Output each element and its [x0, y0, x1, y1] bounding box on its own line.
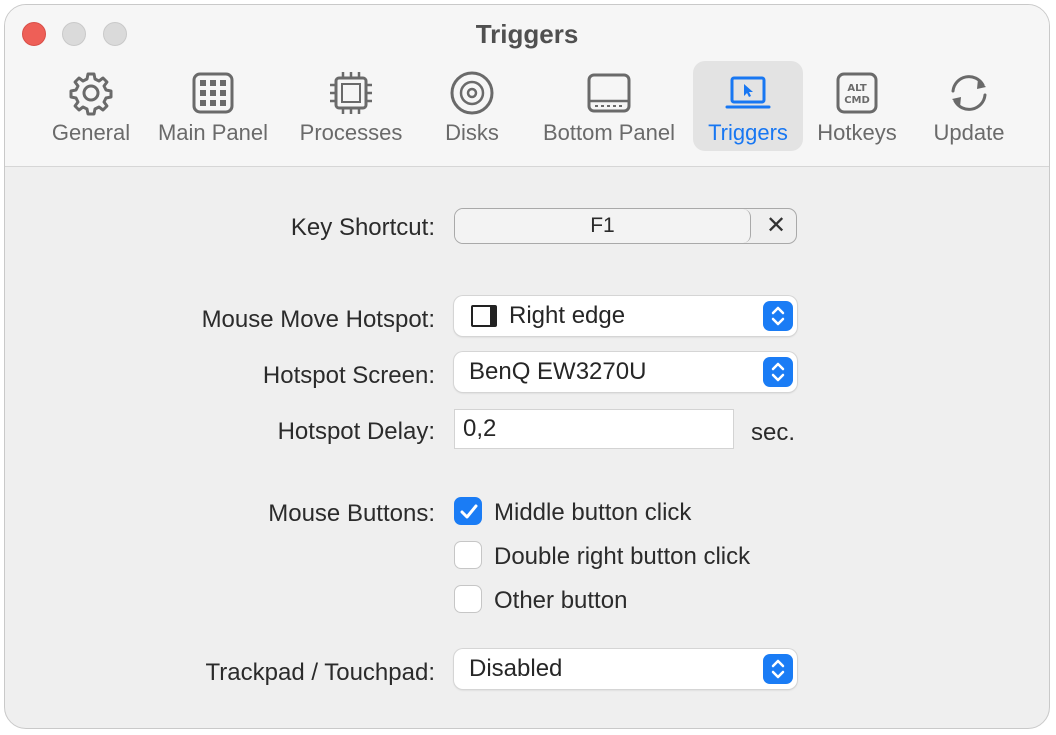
- middle-button-click-checkbox[interactable]: [454, 497, 482, 525]
- svg-text:CMD: CMD: [844, 95, 870, 106]
- right-edge-icon: [471, 305, 497, 327]
- hotspot-delay-unit: sec.: [751, 419, 796, 446]
- hotspot-delay-field[interactable]: [454, 409, 734, 449]
- tab-label: Processes: [299, 120, 403, 145]
- mouse-buttons-label: Mouse Buttons:: [268, 500, 435, 527]
- hotspot-delay-input[interactable]: [455, 410, 733, 448]
- hotspot-screen-value: BenQ EW3270U: [469, 358, 647, 385]
- laptop-cursor-icon: [725, 76, 771, 109]
- tab-label: Main Panel: [157, 120, 269, 145]
- middle-button-click-label[interactable]: Middle button click: [494, 499, 691, 527]
- refresh-icon: [951, 75, 987, 111]
- tab-general[interactable]: General: [43, 61, 139, 151]
- tab-label: Triggers: [708, 120, 788, 145]
- window-title: Triggers: [475, 19, 579, 49]
- tab-label: Hotkeys: [817, 120, 897, 145]
- gear-icon: [69, 72, 113, 116]
- cpu-chip-icon: [330, 72, 372, 114]
- tab-label: General: [51, 120, 131, 145]
- tab-triggers[interactable]: Triggers: [693, 61, 803, 151]
- tab-label: Update: [933, 120, 1005, 145]
- popup-arrows-icon: [763, 301, 793, 331]
- clear-shortcut-button[interactable]: ✕: [763, 213, 789, 239]
- disk-icon: [450, 71, 494, 115]
- trackpad-popup[interactable]: Disabled: [454, 649, 797, 689]
- trackpad-value: Disabled: [469, 655, 563, 682]
- tab-label: Disks: [445, 120, 499, 145]
- popup-arrows-icon: [763, 654, 793, 684]
- hotspot-screen-popup[interactable]: BenQ EW3270U: [454, 352, 797, 392]
- svg-text:ALT: ALT: [847, 83, 866, 94]
- other-button-label[interactable]: Other button: [494, 587, 627, 615]
- hotspot-screen-label: Hotspot Screen:: [262, 362, 435, 389]
- tab-update[interactable]: Update: [927, 61, 1011, 151]
- alt-cmd-key-icon: ALT CMD: [836, 72, 878, 114]
- checkmark-icon: [460, 504, 478, 519]
- tab-hotkeys[interactable]: ALT CMD Hotkeys: [813, 61, 901, 151]
- mouse-move-hotspot-label: Mouse Move Hotspot:: [201, 306, 435, 333]
- bottom-panel-icon: [587, 73, 631, 113]
- tab-label: Bottom Panel: [542, 120, 676, 145]
- other-button-checkbox[interactable]: [454, 585, 482, 613]
- key-shortcut-recorder[interactable]: F1: [455, 209, 751, 243]
- grid-icon: [192, 72, 234, 114]
- mouse-move-hotspot-value: Right edge: [509, 302, 626, 329]
- double-right-button-click-checkbox[interactable]: [454, 541, 482, 569]
- key-shortcut-field: F1 ✕: [454, 208, 797, 244]
- key-shortcut-label: Key Shortcut:: [290, 214, 435, 241]
- tab-bottom-panel[interactable]: Bottom Panel: [535, 61, 683, 151]
- tab-processes[interactable]: Processes: [292, 61, 410, 151]
- trackpad-label: Trackpad / Touchpad:: [205, 659, 435, 686]
- hotspot-delay-label: Hotspot Delay:: [277, 418, 435, 445]
- preferences-window: Triggers General Main Panel Processes Di…: [4, 4, 1050, 729]
- mouse-move-hotspot-popup[interactable]: Right edge: [454, 296, 797, 336]
- double-right-button-click-label[interactable]: Double right button click: [494, 543, 750, 571]
- popup-arrows-icon: [763, 357, 793, 387]
- tab-main-panel[interactable]: Main Panel: [153, 61, 273, 151]
- titlebar: Triggers General Main Panel Processes Di…: [5, 5, 1049, 167]
- tab-disks[interactable]: Disks: [435, 61, 509, 151]
